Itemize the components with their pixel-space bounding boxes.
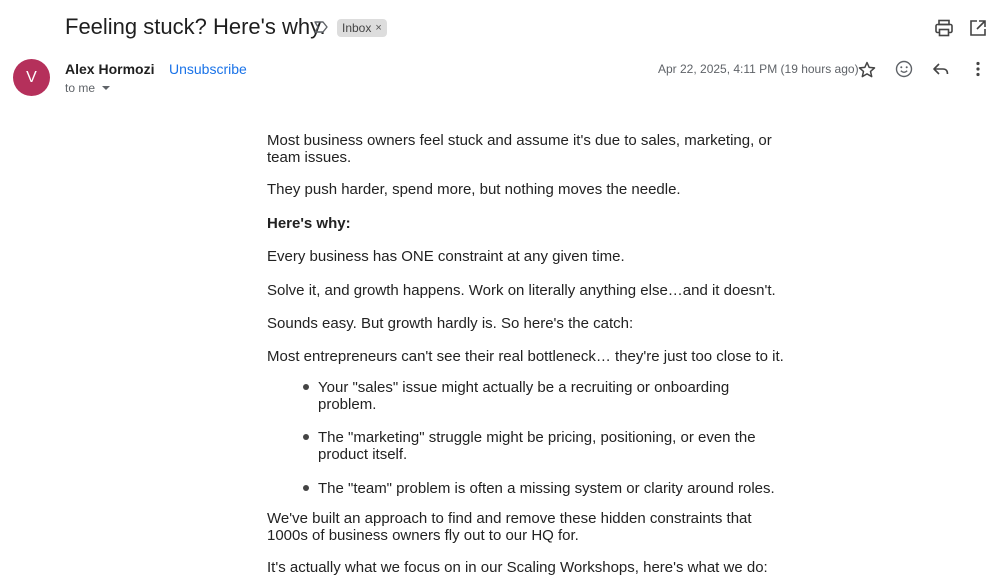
bullet-dot [303,485,309,491]
body-paragraph: Every business has ONE constraint at any… [267,248,625,265]
body-paragraph: Sounds easy. But growth hardly is. So he… [267,315,634,332]
bullet-dot [303,434,309,440]
label-outline-icon[interactable] [313,19,329,35]
message-date: Apr 22, 2025, 4:11 PM (19 hours ago) [658,62,859,76]
print-icon[interactable] [934,18,954,38]
unsubscribe-link[interactable]: Unsubscribe [169,61,247,77]
list-item: Your "sales" issue might actually be a r… [318,379,730,413]
body-paragraph: It's actually what we focus on in our Sc… [267,559,768,576]
body-paragraph: Most entrepreneurs can't see their real … [267,348,784,365]
body-paragraph: Most business owners feel stuck and assu… [267,132,772,166]
reply-icon[interactable] [931,59,951,79]
body-heading: Here's why: [267,215,351,232]
body-paragraph: They push harder, spend more, but nothin… [267,181,681,198]
list-item: The "team" problem is often a missing sy… [318,480,775,497]
list-item: The "marketing" struggle might be pricin… [318,429,756,463]
recipient-text: to me [65,81,96,95]
bullet-dot [303,384,309,390]
body-paragraph: We've built an approach to find and remo… [267,510,752,544]
more-vert-icon[interactable] [968,59,988,79]
emoji-reaction-icon[interactable] [894,59,914,79]
chevron-down-icon[interactable] [102,86,111,90]
open-in-new-window-icon[interactable] [968,18,988,38]
sender-avatar[interactable]: V [13,59,50,96]
inbox-label-text: Inbox [342,21,372,35]
remove-label-icon[interactable]: × [375,22,381,34]
star-icon[interactable] [857,60,877,80]
recipient-details[interactable]: to me [65,81,111,95]
email-subject: Feeling stuck? Here's why. [65,14,326,39]
sender-name[interactable]: Alex Hormozi [65,61,154,77]
body-paragraph: Solve it, and growth happens. Work on li… [267,282,776,299]
inbox-label-chip[interactable]: Inbox × [337,19,387,37]
